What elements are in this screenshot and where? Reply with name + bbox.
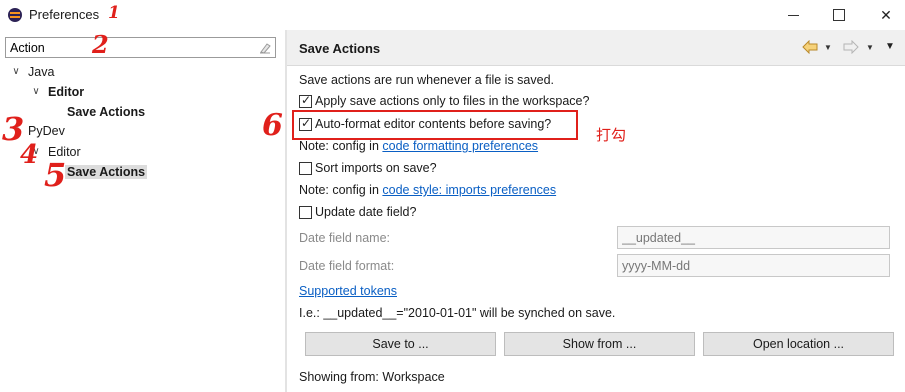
- annotation-number: 2: [92, 30, 109, 59]
- code-formatting-preferences-link[interactable]: code formatting preferences: [382, 139, 538, 153]
- page-title: Save Actions: [299, 41, 381, 56]
- chevron-down-icon[interactable]: ∨: [30, 82, 42, 102]
- forward-arrow-icon[interactable]: [843, 40, 859, 54]
- note-imports: Note: config in code style: imports pref…: [299, 183, 556, 197]
- supported-tokens-link[interactable]: Supported tokens: [299, 284, 397, 298]
- note-prefix: Note: config in: [299, 139, 379, 153]
- annotation-highlight-box: [292, 110, 578, 140]
- eclipse-icon: [8, 8, 22, 22]
- tree-item-pydev-save-actions[interactable]: Save Actions: [65, 162, 148, 182]
- view-menu-icon[interactable]: ▼: [884, 41, 896, 53]
- annotation-number: 1: [108, 3, 120, 23]
- page-header: Save Actions ▼ ▼ ▼: [287, 30, 905, 66]
- tree-item-java-save-actions[interactable]: Save Actions: [67, 102, 145, 122]
- check-icon: ✓: [301, 93, 312, 107]
- checkbox-box[interactable]: [299, 206, 312, 219]
- note-formatting: Note: config in code formatting preferen…: [299, 139, 538, 153]
- date-field-name-label: Date field name:: [299, 231, 391, 245]
- annotation-note: 打勾: [596, 126, 627, 144]
- example-text: I.e.: __updated__="2010-01-01" will be s…: [299, 306, 616, 320]
- page-description: Save actions are run whenever a file is …: [299, 73, 554, 87]
- checkbox-box[interactable]: [299, 162, 312, 175]
- back-arrow-icon[interactable]: [802, 40, 818, 54]
- tree-item-label: PyDev: [28, 124, 65, 138]
- window-title: Preferences: [29, 7, 100, 22]
- date-field-format-input[interactable]: [617, 254, 890, 277]
- tree-item-label: Java: [28, 65, 55, 79]
- preferences-tree-panel: ∨ Java ∨ Editor Save Actions ∨ PyDev ∨ E…: [0, 30, 285, 392]
- annotation-number: 5: [44, 156, 67, 194]
- checkbox-label: Update date field?: [315, 205, 417, 219]
- annotation-number: 6: [262, 108, 283, 143]
- tree-item-label: Save Actions: [65, 165, 148, 179]
- tree-item-label: Save Actions: [67, 105, 146, 119]
- maximize-icon[interactable]: [829, 5, 849, 25]
- checkbox-box[interactable]: ✓: [299, 93, 312, 108]
- checkbox-label: Sort imports on save?: [315, 161, 437, 175]
- dropdown-icon[interactable]: ▼: [865, 43, 875, 53]
- title-bar: Preferences ✕: [0, 0, 905, 30]
- code-style-imports-preferences-link[interactable]: code style: imports preferences: [382, 183, 556, 197]
- tree-item-label: Editor: [48, 85, 85, 99]
- close-icon[interactable]: ✕: [876, 5, 896, 25]
- date-field-name-input[interactable]: [617, 226, 890, 249]
- showing-from-status: Showing from: Workspace: [299, 370, 445, 384]
- minimize-icon[interactable]: [784, 5, 804, 25]
- note-prefix: Note: config in: [299, 183, 379, 197]
- preference-page: Save Actions ▼ ▼ ▼ Save actions are run …: [287, 30, 905, 392]
- dropdown-icon[interactable]: ▼: [823, 43, 833, 53]
- date-field-format-label: Date field format:: [299, 259, 395, 273]
- open-location-button[interactable]: Open location ...: [703, 332, 894, 356]
- show-from-button[interactable]: Show from ...: [504, 332, 695, 356]
- filter-input[interactable]: [5, 37, 276, 58]
- chevron-down-icon[interactable]: ∨: [10, 62, 22, 82]
- checkbox-label: Apply save actions only to files in the …: [315, 94, 590, 108]
- annotation-number: 4: [20, 140, 39, 170]
- save-to-button[interactable]: Save to ...: [305, 332, 496, 356]
- eraser-icon[interactable]: [258, 41, 271, 54]
